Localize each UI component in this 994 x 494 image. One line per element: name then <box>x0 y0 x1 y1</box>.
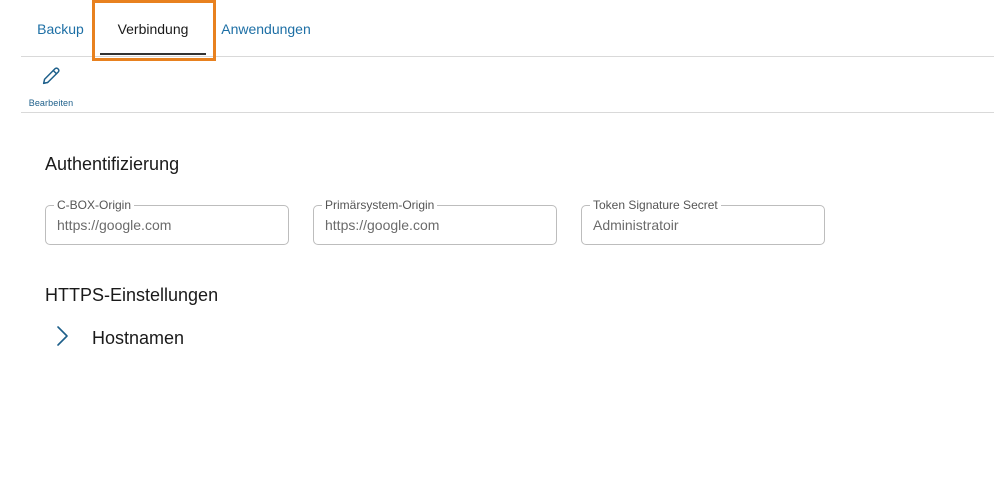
tab-backup[interactable]: Backup <box>29 0 92 57</box>
hostnames-expander[interactable]: Hostnamen <box>52 325 184 351</box>
pencil-icon <box>40 65 62 92</box>
tab-verbindung[interactable]: Verbindung <box>100 0 206 57</box>
chevron-right-icon <box>52 324 72 353</box>
tab-anwendungen[interactable]: Anwendungen <box>216 0 316 57</box>
tab-anwendungen-label: Anwendungen <box>221 20 311 37</box>
token-signature-secret-field[interactable]: Token Signature Secret Administratoir <box>581 198 825 245</box>
tab-bar: Backup Verbindung Anwendungen <box>21 0 994 57</box>
primary-system-origin-value: https://google.com <box>325 217 440 233</box>
tab-backup-label: Backup <box>37 20 84 37</box>
edit-button[interactable]: Bearbeiten <box>23 65 79 108</box>
cbox-origin-label: C-BOX-Origin <box>54 198 135 212</box>
hostnames-label: Hostnamen <box>92 327 185 348</box>
toolbar: Bearbeiten <box>21 57 994 113</box>
cbox-origin-value: https://google.com <box>57 217 172 233</box>
settings-page: Backup Verbindung Anwendungen Bearbeiten… <box>0 0 994 494</box>
token-signature-secret-value: Administratoir <box>593 217 679 233</box>
primary-system-origin-label: Primärsystem-Origin <box>322 198 438 212</box>
https-settings-heading: HTTPS-Einstellungen <box>45 285 219 305</box>
tab-verbindung-label: Verbindung <box>117 20 189 37</box>
primary-system-origin-field[interactable]: Primärsystem-Origin https://google.com <box>313 198 557 245</box>
edit-button-label: Bearbeiten <box>28 98 74 108</box>
cbox-origin-field[interactable]: C-BOX-Origin https://google.com <box>45 198 289 245</box>
authentication-heading: Authentifizierung <box>45 154 180 174</box>
token-signature-secret-label: Token Signature Secret <box>590 198 721 212</box>
